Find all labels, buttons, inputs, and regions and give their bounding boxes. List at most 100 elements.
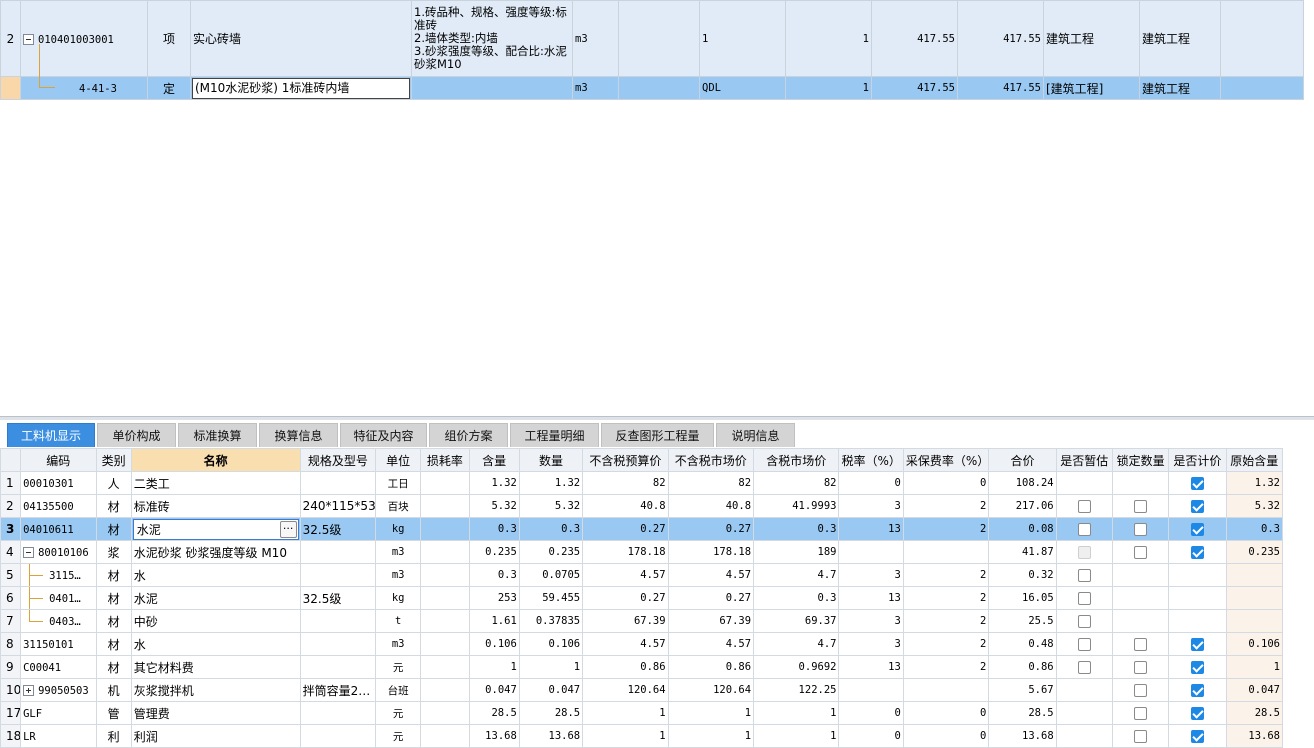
content-cell[interactable]: 0.3 [468, 517, 520, 541]
estimate-checkbox[interactable] [1077, 569, 1091, 582]
qty-cell[interactable]: 0.37835 [518, 609, 584, 633]
fee-cell[interactable]: 0 [902, 701, 990, 725]
column-header[interactable]: 数量 [518, 448, 584, 472]
resource-row[interactable]: 7 0403… 材中砂 t 1.61 0.37835 67.39 67.39 69.37 3 2 25… [0, 609, 1284, 633]
p3-cell[interactable]: 82 [753, 471, 840, 495]
loss-cell[interactable] [420, 517, 470, 541]
estimate-checkbox[interactable] [1077, 523, 1091, 536]
tax-cell[interactable]: 3 [838, 563, 904, 587]
lock-qty-checkbox[interactable] [1134, 638, 1148, 651]
tab-3[interactable]: 换算信息 [259, 423, 338, 447]
qty-cell[interactable]: 0.3 [518, 517, 584, 541]
lock-qty-checkbox[interactable] [1134, 523, 1148, 536]
p2-cell[interactable]: 178.18 [667, 540, 755, 564]
p1-cell[interactable]: 120.64 [582, 678, 669, 702]
content-cell[interactable]: 1 [468, 655, 520, 679]
collapse-icon[interactable] [23, 547, 35, 558]
item-qty2[interactable]: 417.55 [957, 0, 1044, 77]
column-header[interactable]: 单位 [375, 448, 422, 472]
loss-cell[interactable] [420, 540, 470, 564]
p3-cell[interactable]: 4.7 [753, 632, 840, 656]
qty-cell[interactable]: 1.32 [518, 471, 584, 495]
quota-type[interactable]: 定 [147, 76, 191, 100]
tax-cell[interactable]: 13 [838, 586, 904, 610]
tax-cell[interactable]: 0 [838, 701, 904, 725]
code-cell[interactable]: 99050503 [20, 678, 97, 702]
quota-name-cell[interactable]: (M10水泥砂浆) 1标准砖内墙 [190, 76, 412, 100]
cat-cell[interactable]: 材 [95, 517, 132, 541]
original-content[interactable]: 0.3 [1225, 517, 1284, 541]
loss-cell[interactable] [420, 494, 470, 518]
fee-cell[interactable] [902, 678, 990, 702]
item-qty-expr[interactable]: 1 [699, 0, 786, 77]
p3-cell[interactable]: 4.7 [753, 563, 840, 587]
name-cell[interactable]: 利润 [130, 724, 301, 748]
p3-cell[interactable]: 41.9993 [753, 494, 840, 518]
resource-row[interactable]: 6 0401… 材水泥 32.5级 kg 253 59.455 0.27 0.27 0.3 13 2 1… [0, 586, 1284, 610]
name-cell[interactable]: 二类工 [130, 471, 301, 495]
fee-cell[interactable]: 2 [902, 563, 990, 587]
tab-4[interactable]: 特征及内容 [340, 423, 427, 447]
cat-cell[interactable]: 人 [95, 471, 132, 495]
cat-cell[interactable]: 材 [95, 655, 132, 679]
p3-cell[interactable]: 0.9692 [753, 655, 840, 679]
column-header[interactable]: 是否计价 [1168, 448, 1227, 472]
original-content[interactable]: 0.047 [1225, 678, 1284, 702]
content-cell[interactable]: 1.61 [468, 609, 520, 633]
original-content[interactable]: 0.235 [1225, 540, 1284, 564]
lock-qty-checkbox[interactable] [1134, 500, 1148, 513]
name-cell[interactable]: 水泥砂浆 砂浆强度等级 M10 [130, 540, 301, 564]
cat-cell[interactable]: 材 [95, 609, 132, 633]
qty-cell[interactable]: 1 [518, 655, 584, 679]
code-cell[interactable]: GLF [20, 701, 97, 725]
content-cell[interactable]: 0.047 [468, 678, 520, 702]
item-specialty[interactable]: 建筑工程 [1043, 0, 1140, 77]
content-cell[interactable]: 0.106 [468, 632, 520, 656]
resource-row[interactable]: 2 04135500 材标准砖 240*115*53 百块 5.32 5.32 40.8 40.… [0, 494, 1284, 518]
fee-cell[interactable]: 2 [902, 632, 990, 656]
code-cell[interactable]: C00041 [20, 655, 97, 679]
original-content[interactable] [1225, 563, 1284, 587]
tax-cell[interactable] [838, 678, 904, 702]
spec-cell[interactable] [299, 701, 377, 725]
priced-checkbox[interactable] [1190, 523, 1204, 536]
tax-cell[interactable]: 3 [838, 494, 904, 518]
loss-cell[interactable] [420, 586, 470, 610]
column-header[interactable]: 不含税市场价 [667, 448, 755, 472]
p3-cell[interactable]: 0.3 [753, 517, 840, 541]
column-header[interactable]: 类别 [95, 448, 132, 472]
content-cell[interactable]: 5.32 [468, 494, 520, 518]
p3-cell[interactable]: 1 [753, 724, 840, 748]
tax-cell[interactable]: 13 [838, 517, 904, 541]
content-cell[interactable]: 13.68 [468, 724, 520, 748]
fee-cell[interactable]: 2 [902, 494, 990, 518]
p1-cell[interactable]: 67.39 [582, 609, 669, 633]
original-content[interactable]: 0.106 [1225, 632, 1284, 656]
loss-cell[interactable] [420, 701, 470, 725]
fee-cell[interactable]: 2 [902, 586, 990, 610]
lock-qty-checkbox[interactable] [1134, 546, 1148, 559]
estimate-checkbox[interactable] [1077, 638, 1091, 651]
quota-qty2[interactable]: 417.55 [957, 76, 1044, 100]
tab-1[interactable]: 单价构成 [97, 423, 176, 447]
p3-cell[interactable]: 189 [753, 540, 840, 564]
name-cell[interactable]: 管理费 [130, 701, 301, 725]
name-cell[interactable]: 水泥 ··· [130, 517, 301, 541]
name-cell[interactable]: 中砂 [130, 609, 301, 633]
quota-qty-expr[interactable]: QDL [699, 76, 786, 100]
p3-cell[interactable]: 122.25 [753, 678, 840, 702]
column-header[interactable]: 规格及型号 [299, 448, 377, 472]
priced-checkbox[interactable] [1190, 730, 1204, 743]
item-features[interactable]: 1.砖品种、规格、强度等级:标准砖 2.墙体类型:内墙 3.砂浆强度等级、配合比… [411, 0, 573, 77]
resource-row[interactable]: 5 3115… 材水 m3 0.3 0.0705 4.57 4.57 4.7 3 2 0.32 [0, 563, 1284, 587]
total-cell[interactable]: 16.05 [988, 586, 1057, 610]
column-header[interactable]: 锁定数量 [1111, 448, 1170, 472]
original-content[interactable]: 1 [1225, 655, 1284, 679]
tax-cell[interactable]: 13 [838, 655, 904, 679]
qty-cell[interactable]: 0.047 [518, 678, 584, 702]
p2-cell[interactable]: 40.8 [667, 494, 755, 518]
priced-checkbox[interactable] [1190, 638, 1204, 651]
item-row[interactable]: 2 010401003001 项 实心砖墙 1.砖品种、规格、强度等级:标准砖 … [0, 0, 1304, 77]
code-cell[interactable]: 04135500 [20, 494, 97, 518]
fee-cell[interactable]: 0 [902, 471, 990, 495]
